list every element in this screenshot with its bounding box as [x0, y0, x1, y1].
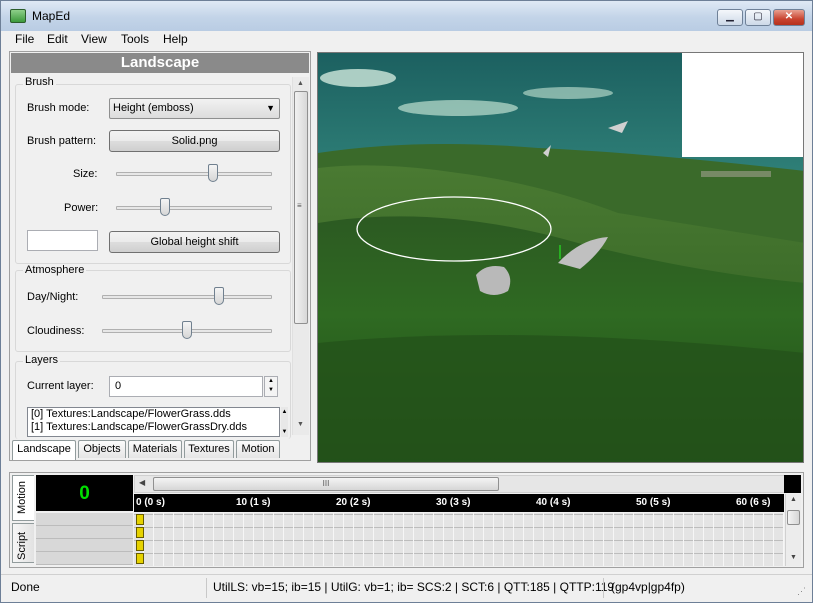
status-separator	[603, 578, 604, 598]
keyframe-grid[interactable]	[134, 513, 784, 566]
size-label: Size:	[73, 168, 98, 180]
scroll-down-icon: ▼	[790, 554, 797, 561]
ruler-mark: 40 (4 s)	[536, 497, 571, 508]
panel-scrollbar-thumb[interactable]: ≡	[294, 91, 308, 324]
grip-icon: ≡	[297, 201, 302, 210]
resize-grip-icon[interactable]: ⋰	[797, 587, 806, 596]
brush-pattern-label: Brush pattern:	[27, 135, 97, 147]
layer-spinner[interactable]: ▲ ▼	[264, 376, 278, 397]
cloudiness-slider-thumb[interactable]	[182, 321, 192, 339]
list-item[interactable]: [1] Textures:Landscape/FlowerGrassDry.dd…	[28, 421, 279, 434]
menu-edit[interactable]: Edit	[47, 32, 68, 46]
keyframe-cursor[interactable]	[136, 514, 144, 525]
terrain-scene	[318, 53, 803, 462]
menu-help[interactable]: Help	[163, 32, 188, 46]
keyframe-cursor[interactable]	[136, 540, 144, 551]
status-text: Done	[11, 580, 40, 594]
status-bar: Done UtilLS: vb=15; ib=15 | UtilG: vb=1;…	[1, 574, 812, 602]
list-item[interactable]: [0] Textures:Landscape/FlowerGrass.dds	[28, 408, 279, 421]
scroll-down-icon: ▼	[297, 421, 304, 428]
brush-mode-value: Height (emboss)	[113, 102, 194, 114]
timeline-vscroll-thumb[interactable]	[787, 510, 800, 525]
timeline-ruler: 0 (0 s) 10 (1 s) 20 (2 s) 30 (3 s) 40 (4…	[134, 494, 784, 512]
ruler-mark: 30 (3 s)	[436, 497, 471, 508]
ruler-mark: 50 (5 s)	[636, 497, 671, 508]
layers-group-label: Layers	[23, 354, 61, 366]
layers-list-scrollbar[interactable]: ▲ ▼	[281, 407, 288, 437]
track-headers	[36, 513, 133, 565]
power-slider-track[interactable]	[116, 206, 272, 210]
close-button[interactable]: ✕	[773, 9, 805, 26]
chevron-down-icon: ▼	[266, 103, 275, 113]
side-tab-script[interactable]: Script	[12, 523, 34, 563]
minimize-button[interactable]: ▁	[717, 9, 743, 26]
current-layer-input[interactable]: 0	[109, 376, 263, 397]
brush-pattern-button[interactable]: Solid.png	[109, 130, 280, 152]
ruler-mark: 60 (6 s)	[736, 497, 771, 508]
menu-tools[interactable]: Tools	[121, 32, 149, 46]
status-separator	[206, 578, 207, 598]
tab-materials[interactable]: Materials	[128, 440, 182, 458]
timeline-vscrollbar[interactable]: ▲ ▼	[785, 494, 801, 566]
spin-down-icon: ▼	[268, 387, 274, 393]
app-window: MapEd ▁ ▢ ✕ File Edit View Tools Help La…	[0, 0, 813, 603]
menu-view[interactable]: View	[81, 32, 107, 46]
current-layer-label: Current layer:	[27, 380, 94, 392]
side-tab-motion[interactable]: Motion	[12, 475, 34, 521]
keyframe-cursor[interactable]	[136, 553, 144, 564]
brush-mode-label: Brush mode:	[27, 102, 90, 114]
brush-group-label: Brush	[23, 76, 56, 88]
atmosphere-group-label: Atmosphere	[23, 264, 87, 276]
scroll-left-icon: ◀	[139, 478, 146, 487]
tab-textures[interactable]: Textures	[184, 440, 234, 458]
frame-counter-box: 0	[36, 475, 133, 511]
maximize-button[interactable]: ▢	[745, 9, 771, 26]
keyframe-cursor[interactable]	[136, 527, 144, 538]
maximize-icon: ▢	[753, 11, 763, 22]
scroll-up-icon: ▲	[790, 496, 797, 503]
tab-landscape[interactable]: Landscape	[12, 440, 76, 460]
side-tab-motion-label: Motion	[16, 480, 28, 514]
size-slider-track[interactable]	[116, 172, 272, 176]
side-tab-script-label: Script	[16, 531, 28, 560]
cloudiness-label: Cloudiness:	[27, 325, 85, 337]
timeline-hscrollbar[interactable]: ◀ III ▶	[134, 475, 799, 493]
frame-counter: 0	[79, 483, 90, 504]
brush-mode-select[interactable]: Height (emboss) ▼	[109, 98, 280, 119]
timeline-corner	[784, 475, 801, 493]
tab-objects[interactable]: Objects	[78, 440, 126, 458]
shader-profile: (gp4vp|gp4fp)	[611, 580, 685, 594]
daynight-slider-thumb[interactable]	[214, 287, 224, 305]
close-icon: ✕	[784, 11, 794, 22]
size-slider-thumb[interactable]	[207, 164, 218, 182]
ruler-mark: 0 (0 s)	[136, 497, 165, 508]
maped-app-icon	[10, 9, 26, 23]
menu-bar: File Edit View Tools Help	[1, 31, 812, 49]
timeline-scroll-thumb[interactable]: III	[153, 477, 499, 491]
3d-viewport[interactable]	[317, 52, 804, 463]
spin-up-icon: ▲	[268, 378, 274, 384]
timeline-panel: Motion Script 0 ◀ III ▶ 0 (0 s) 10 (1 s)…	[9, 472, 804, 568]
tab-motion[interactable]: Motion	[236, 440, 280, 458]
power-label: Power:	[64, 202, 99, 214]
landscape-panel: Landscape Brush Brush mode: Height (embo…	[9, 51, 311, 461]
menu-file[interactable]: File	[15, 32, 34, 46]
render-stats: UtilLS: vb=15; ib=15 | UtilG: vb=1; ib= …	[213, 580, 615, 594]
atmosphere-group	[15, 270, 291, 352]
window-title: MapEd	[32, 9, 71, 23]
title-bar[interactable]: MapEd ▁ ▢ ✕	[1, 1, 812, 31]
minimize-icon: ▁	[726, 11, 734, 22]
power-slider-thumb[interactable]	[159, 198, 170, 216]
global-height-shift-button[interactable]: Global height shift	[109, 231, 280, 253]
panel-scrollbar[interactable]: ▲ ≡ ▼	[292, 77, 309, 435]
layers-list[interactable]: [0] Textures:Landscape/FlowerGrass.dds […	[27, 407, 280, 437]
ruler-mark: 10 (1 s)	[236, 497, 271, 508]
height-shift-input[interactable]	[27, 230, 98, 251]
daynight-slider-track[interactable]	[102, 295, 272, 299]
ruler-mark: 20 (2 s)	[336, 497, 371, 508]
panel-title: Landscape	[11, 53, 309, 73]
scroll-up-icon: ▲	[297, 80, 304, 87]
daynight-label: Day/Night:	[27, 291, 79, 303]
